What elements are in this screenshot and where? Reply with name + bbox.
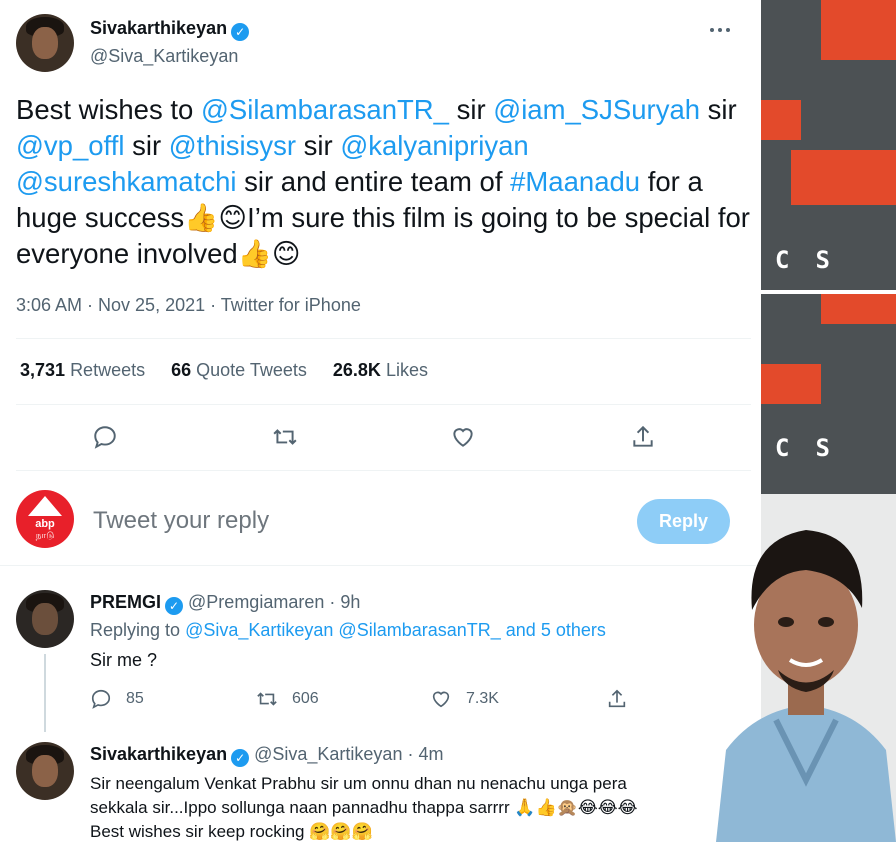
reply-author-handle[interactable]: @Siva_Kartikeyan bbox=[254, 744, 402, 764]
likes-stat[interactable]: 26.8K Likes bbox=[333, 360, 428, 381]
poster-letters: CS bbox=[775, 246, 856, 274]
like-icon[interactable] bbox=[450, 424, 476, 450]
tweet-stats: 3,731 Retweets 66 Quote Tweets 26.8K Lik… bbox=[20, 360, 454, 381]
divider bbox=[16, 470, 751, 471]
reply-icon bbox=[90, 688, 112, 710]
tweet-text-span: sir bbox=[124, 130, 169, 161]
verified-badge-icon: ✓ bbox=[165, 597, 184, 615]
person-photo bbox=[716, 520, 896, 842]
reply-action-like[interactable]: 7.3K bbox=[430, 688, 499, 710]
retweet-icon[interactable] bbox=[272, 424, 298, 450]
share-icon bbox=[606, 688, 628, 710]
replying-to: Replying to @Siva_Kartikeyan @Silambaras… bbox=[90, 620, 606, 640]
reply-input[interactable]: Tweet your reply bbox=[93, 507, 269, 535]
mention-link[interactable]: @SilambarasanTR_ bbox=[201, 94, 449, 125]
reply-text: Sir me ? bbox=[90, 650, 158, 670]
more-horizontal-icon[interactable] bbox=[708, 20, 732, 40]
reply-author-name[interactable]: PREMGI bbox=[90, 592, 161, 612]
mention-link[interactable]: @sureshkamatchi bbox=[16, 166, 237, 197]
author-handle[interactable]: @Siva_Kartikeyan bbox=[90, 46, 238, 67]
share-icon[interactable] bbox=[630, 424, 656, 450]
thread-line bbox=[44, 654, 46, 732]
mention-link[interactable]: @kalyanipriyan bbox=[340, 130, 528, 161]
author-name[interactable]: Sivakarthikeyan ✓ bbox=[90, 18, 250, 41]
quote-tweets-stat[interactable]: 66 Quote Tweets bbox=[171, 360, 307, 381]
tweet-text-span: sir bbox=[296, 130, 341, 161]
reply-icon[interactable] bbox=[92, 424, 118, 450]
retweets-stat[interactable]: 3,731 Retweets bbox=[20, 360, 145, 381]
author-avatar[interactable] bbox=[16, 14, 74, 72]
replying-to-links[interactable]: @Siva_Kartikeyan @SilambarasanTR_ bbox=[185, 620, 501, 640]
reply-author-handle[interactable]: @Premgiamaren bbox=[188, 592, 324, 612]
reply-avatar[interactable] bbox=[16, 590, 74, 648]
divider bbox=[0, 565, 761, 566]
reply-avatar[interactable] bbox=[16, 742, 74, 800]
tweet-text-span: sir and entire team of bbox=[236, 166, 511, 197]
divider bbox=[16, 404, 751, 405]
retweet-icon bbox=[256, 688, 278, 710]
mention-link[interactable]: @thisisysr bbox=[169, 130, 296, 161]
mention-link[interactable]: @iam_SJSuryah bbox=[493, 94, 700, 125]
reply-author-name[interactable]: Sivakarthikeyan bbox=[90, 744, 227, 764]
verified-badge-icon: ✓ bbox=[231, 749, 250, 767]
verified-badge-icon: ✓ bbox=[231, 23, 250, 41]
compose-avatar: abp நாடு bbox=[16, 490, 74, 548]
reply-time[interactable]: · 9h bbox=[329, 592, 360, 612]
tweet-text-span: sir bbox=[448, 94, 494, 125]
reply-time[interactable]: · 4m bbox=[407, 744, 443, 764]
reply-action-share[interactable] bbox=[606, 688, 642, 710]
tweet-text-span: Best wishes to bbox=[16, 94, 201, 125]
reply-text: Sir neengalum Venkat Prabhu sir um onnu … bbox=[90, 774, 638, 841]
divider bbox=[16, 338, 751, 339]
reply-header: PREMGI ✓ @Premgiamaren · 9h bbox=[90, 592, 360, 615]
reply-header: Sivakarthikeyan ✓ @Siva_Kartikeyan · 4m bbox=[90, 744, 443, 767]
replying-to-others[interactable]: and 5 others bbox=[506, 620, 606, 640]
mention-link[interactable]: #Maanadu bbox=[510, 166, 640, 197]
tweet-text: Best wishes to @SilambarasanTR_ sir @iam… bbox=[16, 92, 756, 272]
reply-action-reply[interactable]: 85 bbox=[90, 688, 144, 710]
poster-letters: CS bbox=[775, 434, 856, 462]
tweet-text-span: sir bbox=[700, 94, 737, 125]
tweet-timestamp[interactable]: 3:06 AM · Nov 25, 2021 · Twitter for iPh… bbox=[16, 295, 361, 316]
like-icon bbox=[430, 688, 452, 710]
mention-link[interactable]: @vp_offl bbox=[16, 130, 124, 161]
reply-action-retweet[interactable]: 606 bbox=[256, 688, 319, 710]
